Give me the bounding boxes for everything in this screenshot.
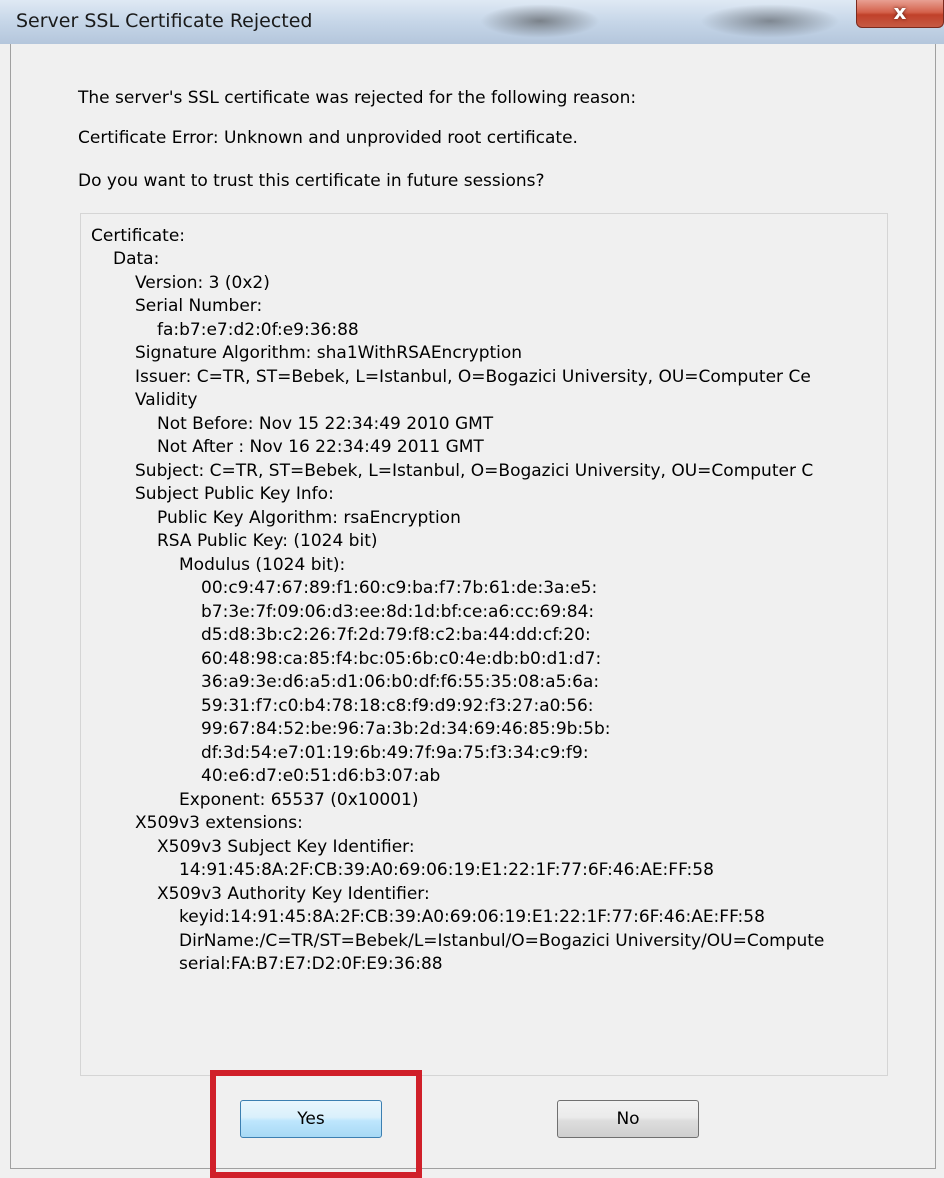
cert-line: Not After : Nov 16 22:34:49 2011 GMT xyxy=(157,437,484,457)
cert-line: fa:b7:e7:d2:0f:e9:36:88 xyxy=(157,320,359,340)
cert-line: X509v3 Subject Key Identifier: xyxy=(157,837,415,857)
dialog-window: Server SSL Certificate Rejected x The se… xyxy=(0,0,944,1178)
cert-line: 60:48:98:ca:85:f4:bc:05:6b:c0:4e:db:b0:d… xyxy=(201,649,602,669)
no-button[interactable]: No xyxy=(557,1100,699,1138)
cert-line: Certificate: xyxy=(91,226,186,246)
cert-line: serial:FA:B7:E7:D2:0F:E9:36:88 xyxy=(179,954,443,974)
certificate-details-box[interactable]: Certificate: Data: Version: 3 (0x2) Seri… xyxy=(80,213,888,1076)
close-icon: x xyxy=(893,0,907,24)
close-button[interactable]: x xyxy=(856,0,944,28)
cert-line: b7:3e:7f:09:06:d3:ee:8d:1d:bf:ce:a6:cc:6… xyxy=(201,602,595,622)
cert-line: 99:67:84:52:be:96:7a:3b:2d:34:69:46:85:9… xyxy=(201,719,611,739)
cert-line: 00:c9:47:67:89:f1:60:c9:ba:f7:7b:61:de:3… xyxy=(201,578,598,598)
cert-line: RSA Public Key: (1024 bit) xyxy=(157,531,378,551)
cert-line: Public Key Algorithm: rsaEncryption xyxy=(157,508,461,528)
window-title: Server SSL Certificate Rejected xyxy=(16,10,313,32)
cert-line: df:3d:54:e7:01:19:6b:49:7f:9a:75:f3:34:c… xyxy=(201,743,589,763)
cert-line: 36:a9:3e:d6:a5:d1:06:b0:df:f6:55:35:08:a… xyxy=(201,672,600,692)
cert-line: DirName:/C=TR/ST=Bebek/L=Istanbul/O=Boga… xyxy=(179,931,825,951)
cert-line: Version: 3 (0x2) xyxy=(135,273,270,293)
highlight-annotation-box xyxy=(210,1070,422,1178)
cert-line: keyid:14:91:45:8A:2F:CB:39:A0:69:06:19:E… xyxy=(179,907,765,927)
cert-line: Subject Public Key Info: xyxy=(135,484,334,504)
cert-line: Modulus (1024 bit): xyxy=(179,555,346,575)
cert-line: Subject: C=TR, ST=Bebek, L=Istanbul, O=B… xyxy=(135,461,814,481)
cert-line: Data: xyxy=(113,249,160,269)
certificate-error-text: Certificate Error: Unknown and unprovide… xyxy=(78,128,578,148)
cert-line: X509v3 Authority Key Identifier: xyxy=(157,884,430,904)
cert-line: Signature Algorithm: sha1WithRSAEncrypti… xyxy=(135,343,523,363)
cert-line: Issuer: C=TR, ST=Bebek, L=Istanbul, O=Bo… xyxy=(135,367,811,387)
reason-intro-text: The server's SSL certificate was rejecte… xyxy=(78,88,637,108)
cert-line: X509v3 extensions: xyxy=(135,813,303,833)
cert-line: Exponent: 65537 (0x10001) xyxy=(179,790,419,810)
cert-line: Not Before: Nov 15 22:34:49 2010 GMT xyxy=(157,414,494,434)
cert-line: 59:31:f7:c0:b4:78:18:c8:f9:d9:92:f3:27:a… xyxy=(201,696,594,716)
cert-line: d5:d8:3b:c2:26:7f:2d:79:f8:c2:ba:44:dd:c… xyxy=(201,625,591,645)
cert-line: Serial Number: xyxy=(135,296,263,316)
title-bar[interactable]: Server SSL Certificate Rejected x xyxy=(0,0,944,44)
trust-question-text: Do you want to trust this certificate in… xyxy=(78,171,545,191)
cert-line: Validity xyxy=(135,390,198,410)
cert-line: 14:91:45:8A:2F:CB:39:A0:69:06:19:E1:22:1… xyxy=(179,860,714,880)
cert-line: 40:e6:d7:e0:51:d6:b3:07:ab xyxy=(201,766,441,786)
